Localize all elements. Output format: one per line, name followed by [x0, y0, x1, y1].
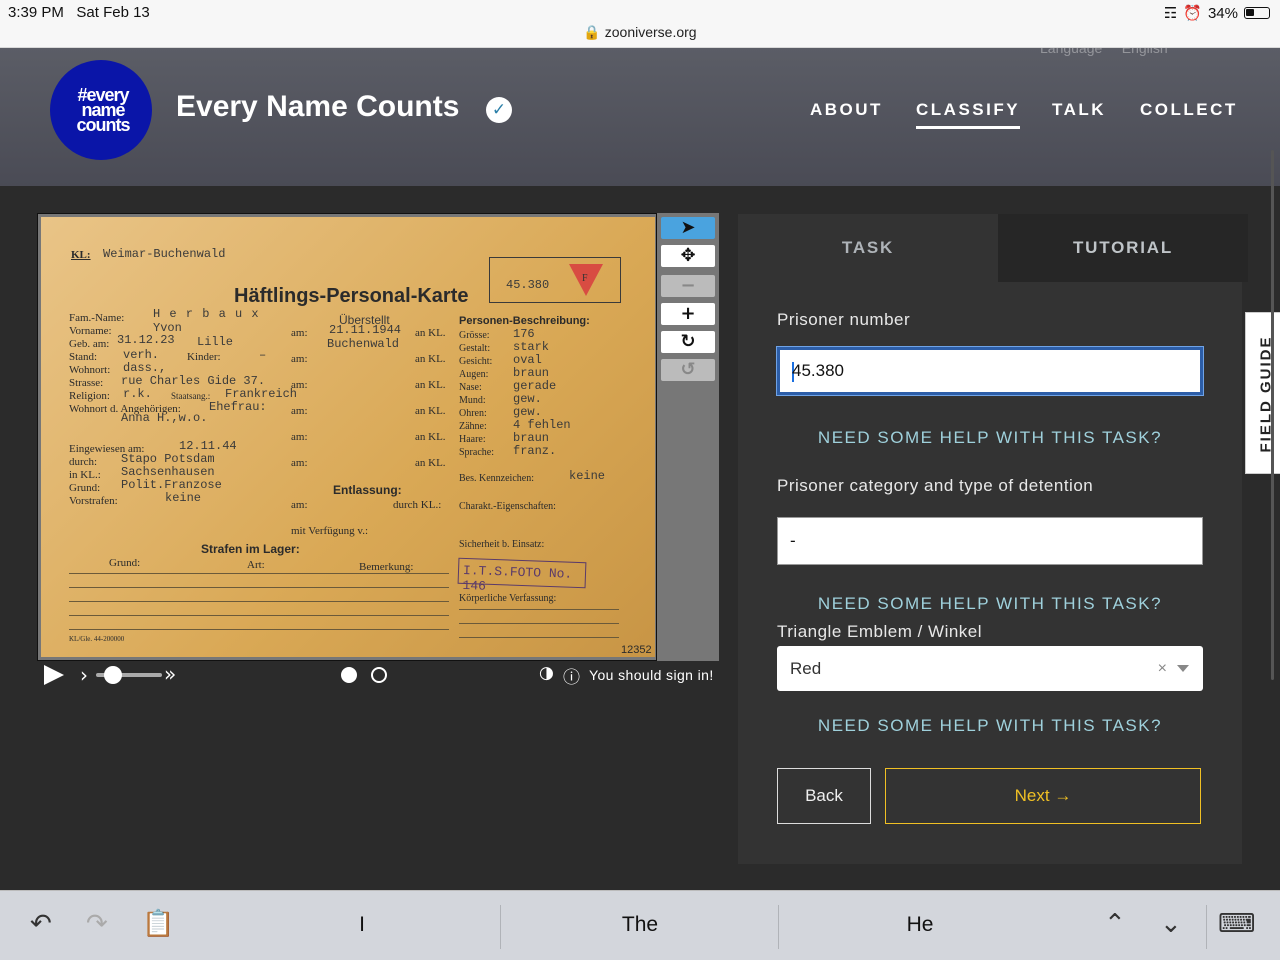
nav-collect[interactable]: COLLECT — [1140, 100, 1238, 120]
status-time: 3:39 PM Sat Feb 13 — [8, 4, 150, 21]
slider-handle[interactable] — [104, 666, 122, 684]
suggestion-2[interactable]: The — [510, 913, 770, 937]
battery-percent: 34% — [1207, 4, 1238, 22]
triangle-emblem-label: Triangle Emblem / Winkel — [777, 622, 983, 641]
move-icon[interactable]: ✥ — [661, 245, 715, 267]
prisoner-number-input[interactable]: 45.380 — [777, 347, 1203, 395]
chevron-down-icon[interactable] — [1177, 665, 1189, 672]
chevron-up-icon[interactable]: ⌃ — [1104, 909, 1126, 939]
address-bar[interactable]: 🔒 zooniverse.org — [0, 24, 1280, 41]
photo-stamp: I.T.S.FOTO No. 146 — [457, 557, 587, 594]
lock-icon: 🔒 — [583, 24, 601, 40]
paste-icon[interactable]: 📋 — [142, 909, 174, 939]
frame-dot-2[interactable] — [371, 667, 387, 683]
battery-icon — [1244, 7, 1270, 19]
tab-task[interactable]: TASK — [738, 214, 998, 282]
suggestion-1[interactable]: I — [232, 913, 492, 937]
invert-icon[interactable]: ◑ — [539, 663, 554, 683]
info-icon[interactable]: ⓘ — [563, 663, 580, 688]
tab-tutorial[interactable]: TUTORIAL — [998, 214, 1248, 282]
language-selector[interactable]: Language English — [1040, 48, 1168, 56]
subject-image: KL: Weimar-Buchenwald 45.380 F Häftlings… — [41, 217, 655, 657]
sign-in-message: You should sign in! — [589, 667, 714, 683]
nav-about[interactable]: ABOUT — [810, 100, 883, 120]
back-button[interactable]: Back — [777, 768, 871, 824]
prisoner-number-label: Prisoner number — [777, 310, 911, 329]
status-bar: 3:39 PM Sat Feb 13 ☶ ⏰ 34% 🔒 zooniverse.… — [0, 0, 1280, 48]
fast-forward-icon[interactable]: » — [164, 662, 176, 686]
rotate-icon[interactable]: ↻ — [661, 331, 715, 353]
pointer-icon[interactable]: ➤ — [661, 217, 715, 239]
card-camp: Weimar-Buchenwald — [103, 247, 226, 261]
keyboard-dismiss-icon[interactable]: ⌨ — [1218, 909, 1256, 939]
project-title[interactable]: Every Name Counts — [176, 90, 459, 124]
step-forward-icon[interactable]: › — [80, 663, 88, 687]
verified-check-icon: ✓ — [486, 97, 512, 123]
next-button[interactable]: Next → — [885, 768, 1201, 824]
nav-talk[interactable]: TALK — [1052, 100, 1106, 120]
zoom-out-icon[interactable]: − — [661, 275, 715, 297]
prisoner-category-input[interactable]: - — [777, 517, 1203, 565]
triangle-emblem-select[interactable]: Red × — [777, 646, 1203, 691]
subject-viewer[interactable]: KL: Weimar-Buchenwald 45.380 F Häftlings… — [37, 213, 657, 661]
status-icons: ☶ ⏰ 34% — [1164, 4, 1270, 22]
field-guide-tab[interactable]: FIELD GUIDE — [1245, 312, 1280, 474]
keyboard-shortcut-bar: ↶ ↷ 📋 I The He ⌃ ⌄ ⌨ — [0, 890, 1280, 960]
wifi-icon: ☶ — [1163, 5, 1178, 22]
frame-dot-1[interactable] — [341, 667, 357, 683]
card-title: Häftlings-Personal-Karte — [234, 285, 469, 307]
reset-icon[interactable]: ↺ — [661, 359, 715, 381]
help-link-1[interactable]: NEED SOME HELP WITH THIS TASK? — [777, 428, 1203, 448]
zoom-in-icon[interactable]: + — [661, 303, 715, 325]
help-link-3[interactable]: NEED SOME HELP WITH THIS TASK? — [777, 716, 1203, 736]
viewer-toolbar: ➤ ✥ − + ↻ ↺ — [657, 213, 719, 661]
chevron-down-icon[interactable]: ⌄ — [1160, 909, 1182, 939]
page-scrollbar[interactable] — [1271, 150, 1274, 680]
play-icon[interactable] — [44, 665, 64, 685]
task-panel: TASK TUTORIAL Prisoner number 45.380 NEE… — [738, 214, 1248, 864]
help-link-2[interactable]: NEED SOME HELP WITH THIS TASK? — [777, 594, 1203, 614]
site-header: Language English #every name counts Ever… — [0, 48, 1280, 186]
alarm-icon: ⏰ — [1183, 5, 1202, 22]
suggestion-3[interactable]: He — [790, 913, 1050, 937]
prisoner-category-label: Prisoner category and type of detention — [777, 476, 1094, 495]
nav-classify[interactable]: CLASSIFY — [916, 100, 1021, 129]
clear-icon[interactable]: × — [1158, 646, 1167, 691]
undo-icon[interactable]: ↶ — [30, 909, 52, 939]
project-logo[interactable]: #every name counts — [50, 60, 152, 160]
redo-icon[interactable]: ↷ — [86, 909, 108, 939]
